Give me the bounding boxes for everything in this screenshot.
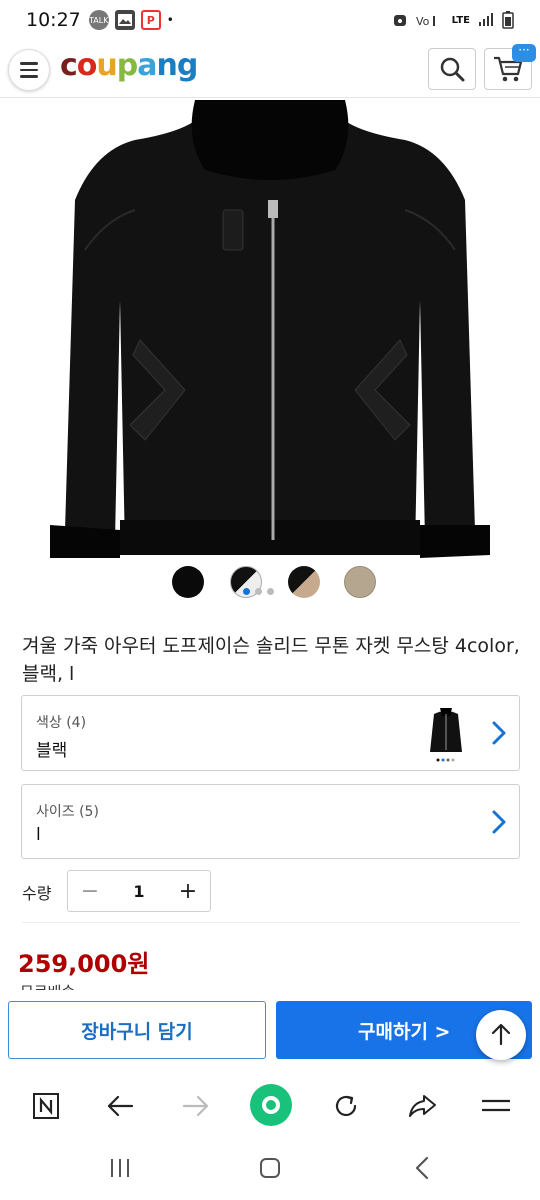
alarm-icon (393, 15, 406, 26)
pagination-dot[interactable] (255, 588, 262, 595)
hamburger-icon (482, 1099, 510, 1112)
signal-icon (479, 13, 493, 26)
talk-icon: TALK (88, 10, 109, 30)
search-button[interactable] (428, 48, 476, 90)
logo-part: c (60, 48, 78, 83)
color-option-selector[interactable]: 색상 (4) 블랙 (21, 695, 520, 771)
quantity-label: 수량 (22, 884, 52, 903)
status-time: 10:27 (26, 9, 81, 31)
product-image[interactable] (45, 97, 495, 558)
product-title: 겨울 가죽 아우터 도프제이슨 솔리드 무톤 자켓 무스탕 4color, 블랙… (22, 635, 520, 685)
hamburger-icon-line (20, 62, 38, 65)
logo-part: p (116, 48, 139, 83)
quantity-minus-button[interactable]: − (68, 879, 112, 904)
shipping-text: 무료배송 (20, 978, 220, 990)
battery-icon (502, 11, 514, 29)
color-swatches (0, 566, 540, 606)
color-option-label: 색상 (4) (36, 715, 87, 731)
add-to-cart-button[interactable]: 장바구니 담기 (8, 1001, 266, 1059)
svg-text:Vo: Vo (416, 15, 430, 28)
search-icon (440, 57, 465, 82)
image-pagination (243, 588, 274, 595)
arrow-up-icon (491, 1023, 511, 1046)
swatch-black-beige[interactable] (288, 566, 320, 598)
logo-part: o (76, 48, 98, 83)
status-more-dot: • (166, 13, 174, 27)
forward-button[interactable] (178, 1088, 214, 1124)
quantity-value[interactable]: 1 (112, 882, 166, 901)
signal-quality-icon: Vo (416, 15, 435, 28)
coupang-logo[interactable]: coupang (60, 48, 199, 83)
p-app-icon: P (140, 10, 161, 30)
home-ring-icon (262, 1096, 280, 1114)
option-thumbnail (430, 708, 462, 762)
home-button[interactable] (250, 1084, 292, 1126)
hamburger-icon-line (20, 75, 38, 78)
size-option-label: 사이즈 (5) (36, 804, 99, 820)
chevron-right-icon (492, 721, 506, 745)
size-option-value: l (36, 825, 41, 845)
swatch-black[interactable] (172, 566, 204, 598)
back-button[interactable] (102, 1088, 138, 1124)
product-price: 259,000원 (18, 950, 150, 978)
share-button[interactable] (404, 1088, 440, 1124)
menu-button[interactable] (8, 49, 50, 91)
back-icon[interactable] (412, 1156, 432, 1180)
swatch-beige[interactable] (344, 566, 376, 598)
pagination-dot[interactable] (267, 588, 274, 595)
quantity-plus-button[interactable]: + (166, 879, 210, 904)
home-icon[interactable] (258, 1156, 282, 1180)
arrow-left-icon (107, 1095, 134, 1117)
pagination-dot[interactable] (243, 588, 250, 595)
gallery-icon (114, 10, 135, 30)
more-menu-button[interactable] (478, 1088, 514, 1124)
refresh-icon (335, 1095, 357, 1117)
divider (22, 922, 520, 923)
cart-badge: ··· (512, 44, 536, 62)
status-bar: 10:27 TALK P • Vo LTE (0, 0, 540, 40)
arrow-right-icon (182, 1095, 209, 1117)
browser-toolbar (0, 1072, 540, 1138)
status-right: Vo LTE (392, 11, 514, 29)
refresh-button[interactable] (328, 1088, 364, 1124)
recents-icon[interactable] (108, 1157, 132, 1179)
color-option-value: 블랙 (36, 741, 68, 761)
share-icon (409, 1095, 436, 1117)
system-nav-bar (0, 1140, 540, 1200)
hamburger-icon-line (20, 68, 38, 72)
quantity-stepper: − 1 + (67, 870, 211, 912)
logo-part: a (137, 48, 157, 83)
naver-button[interactable] (28, 1088, 64, 1124)
logo-part: u (96, 48, 117, 83)
size-option-selector[interactable]: 사이즈 (5) l (21, 784, 520, 859)
naver-icon (33, 1093, 59, 1119)
chevron-right-icon (492, 810, 506, 834)
scroll-to-top-button[interactable] (476, 1010, 526, 1060)
network-type: LTE (451, 14, 470, 26)
logo-part: ng (156, 48, 199, 83)
